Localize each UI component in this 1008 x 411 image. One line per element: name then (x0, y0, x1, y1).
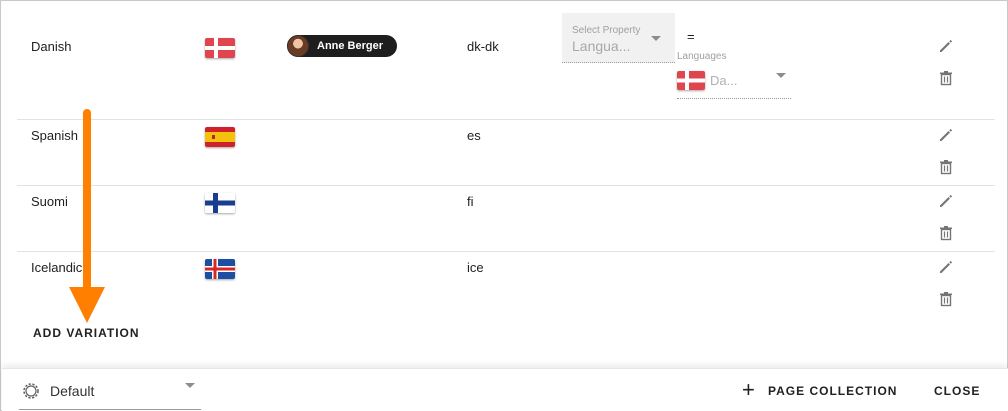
variation-select-underline (19, 409, 201, 410)
page-collection-button[interactable]: PAGE COLLECTION (768, 384, 897, 398)
gear-icon[interactable] (20, 380, 42, 402)
plus-icon[interactable]: + (742, 377, 755, 403)
close-button[interactable]: CLOSE (934, 384, 980, 398)
dialog-footer: Default + PAGE COLLECTION CLOSE (2, 368, 1008, 411)
chevron-down-icon[interactable] (185, 383, 195, 388)
annotation-arrow-icon (69, 109, 105, 323)
variations-dialog: Danish Anne Berger dk-dk Select Property… (0, 0, 1008, 411)
variation-select-value[interactable]: Default (50, 383, 94, 399)
